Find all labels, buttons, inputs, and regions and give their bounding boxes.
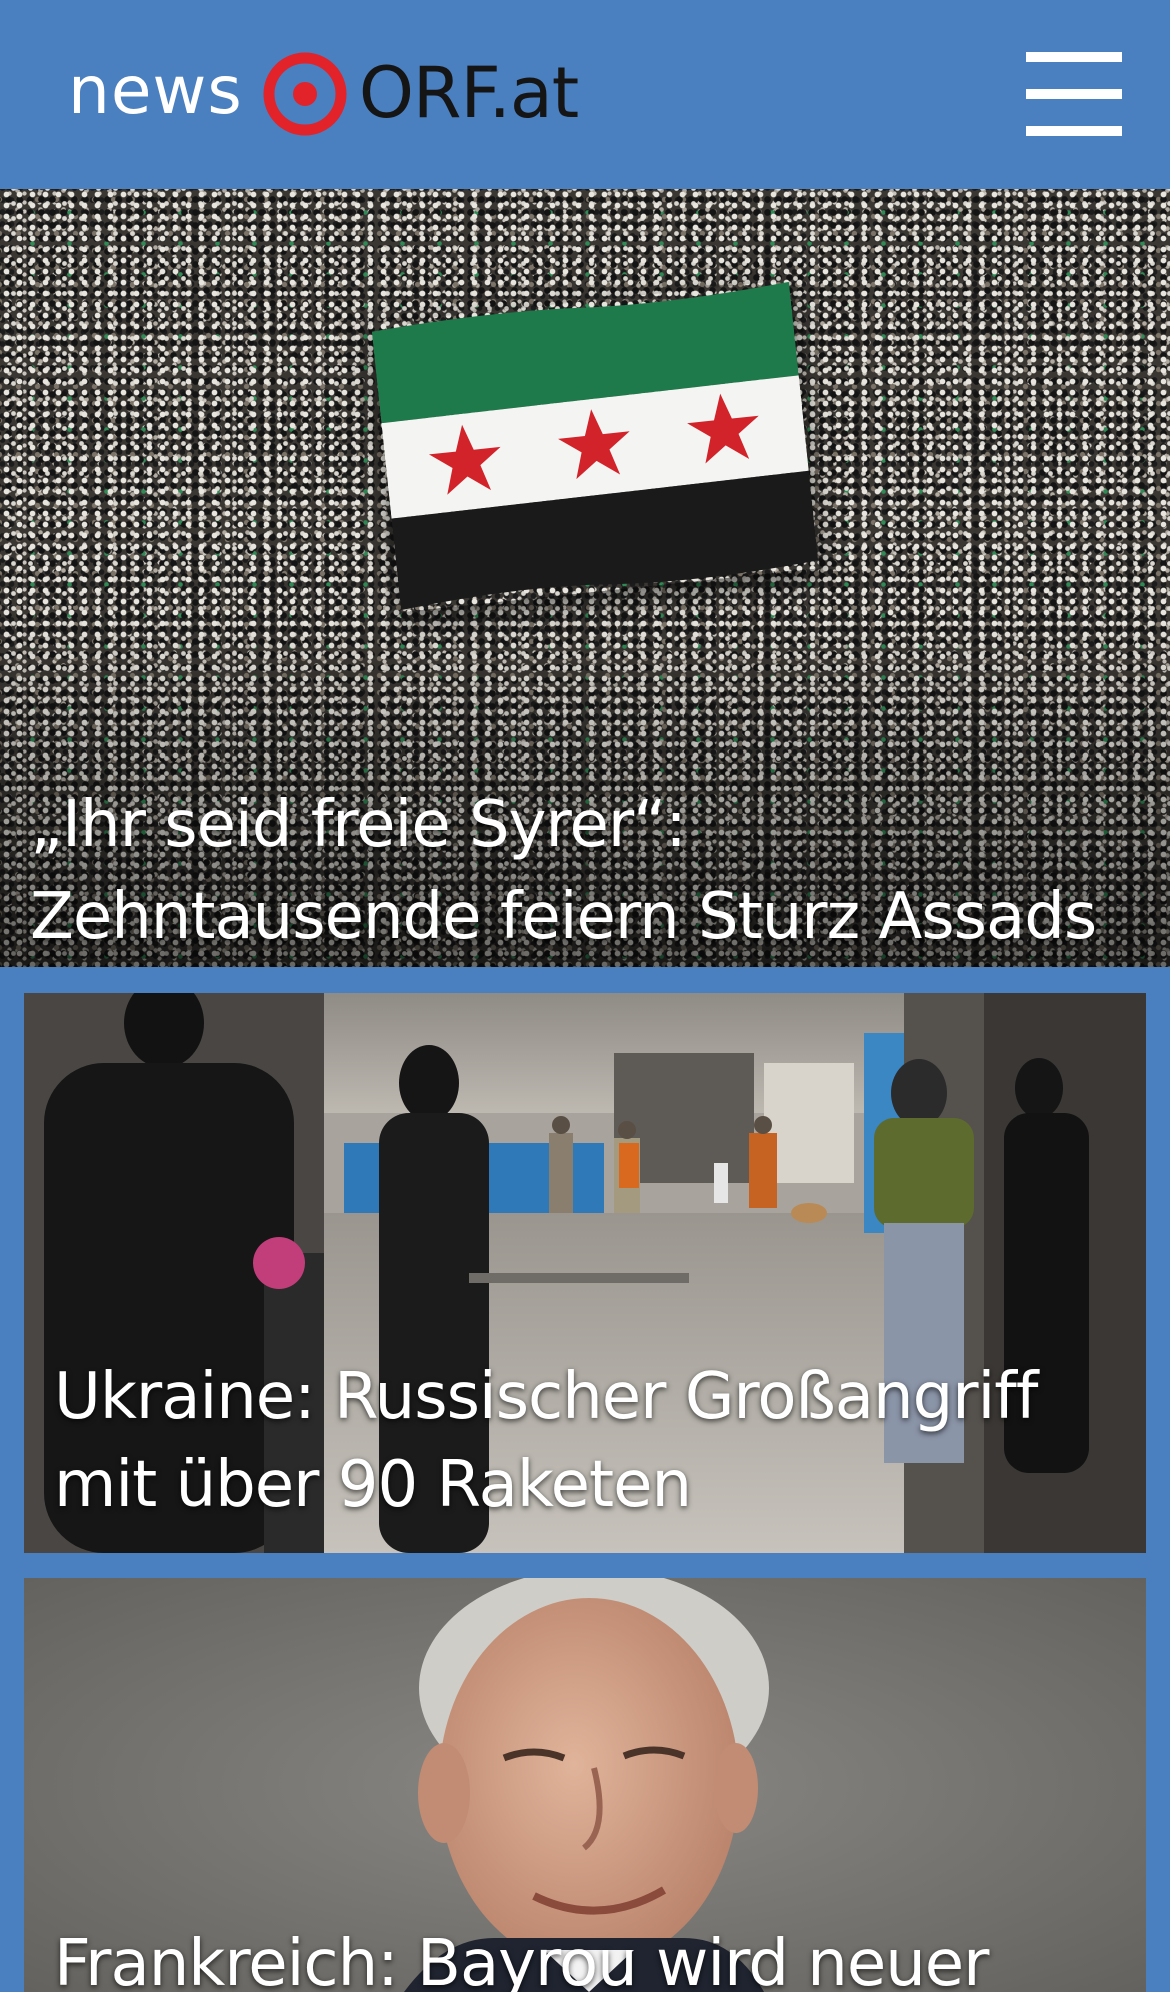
orf-target-logo-icon: [263, 52, 347, 136]
article-card-title: Ukraine: Russischer Großangriff mit über…: [54, 1360, 1038, 1522]
article-card-title: Frankreich: Bayrou wird neuer: [54, 1927, 989, 1992]
hero-article[interactable]: „Ihr seid freie Syrer“: Zehntausende fei…: [0, 189, 1170, 967]
logo-orf-text: ORF.at: [358, 52, 579, 134]
hero-article-title: „Ihr seid freie Syrer“: Zehntausende fei…: [30, 788, 1097, 954]
article-card-frankreich[interactable]: Frankreich: Bayrou wird neuer: [24, 1578, 1146, 1992]
logo-news-text: news: [68, 52, 243, 129]
hamburger-menu-icon[interactable]: [1026, 52, 1122, 136]
article-card-ukraine[interactable]: Ukraine: Russischer Großangriff mit über…: [24, 993, 1146, 1553]
site-header: news ORF.at: [0, 0, 1170, 189]
news-orf-logo[interactable]: news ORF.at: [68, 50, 579, 138]
